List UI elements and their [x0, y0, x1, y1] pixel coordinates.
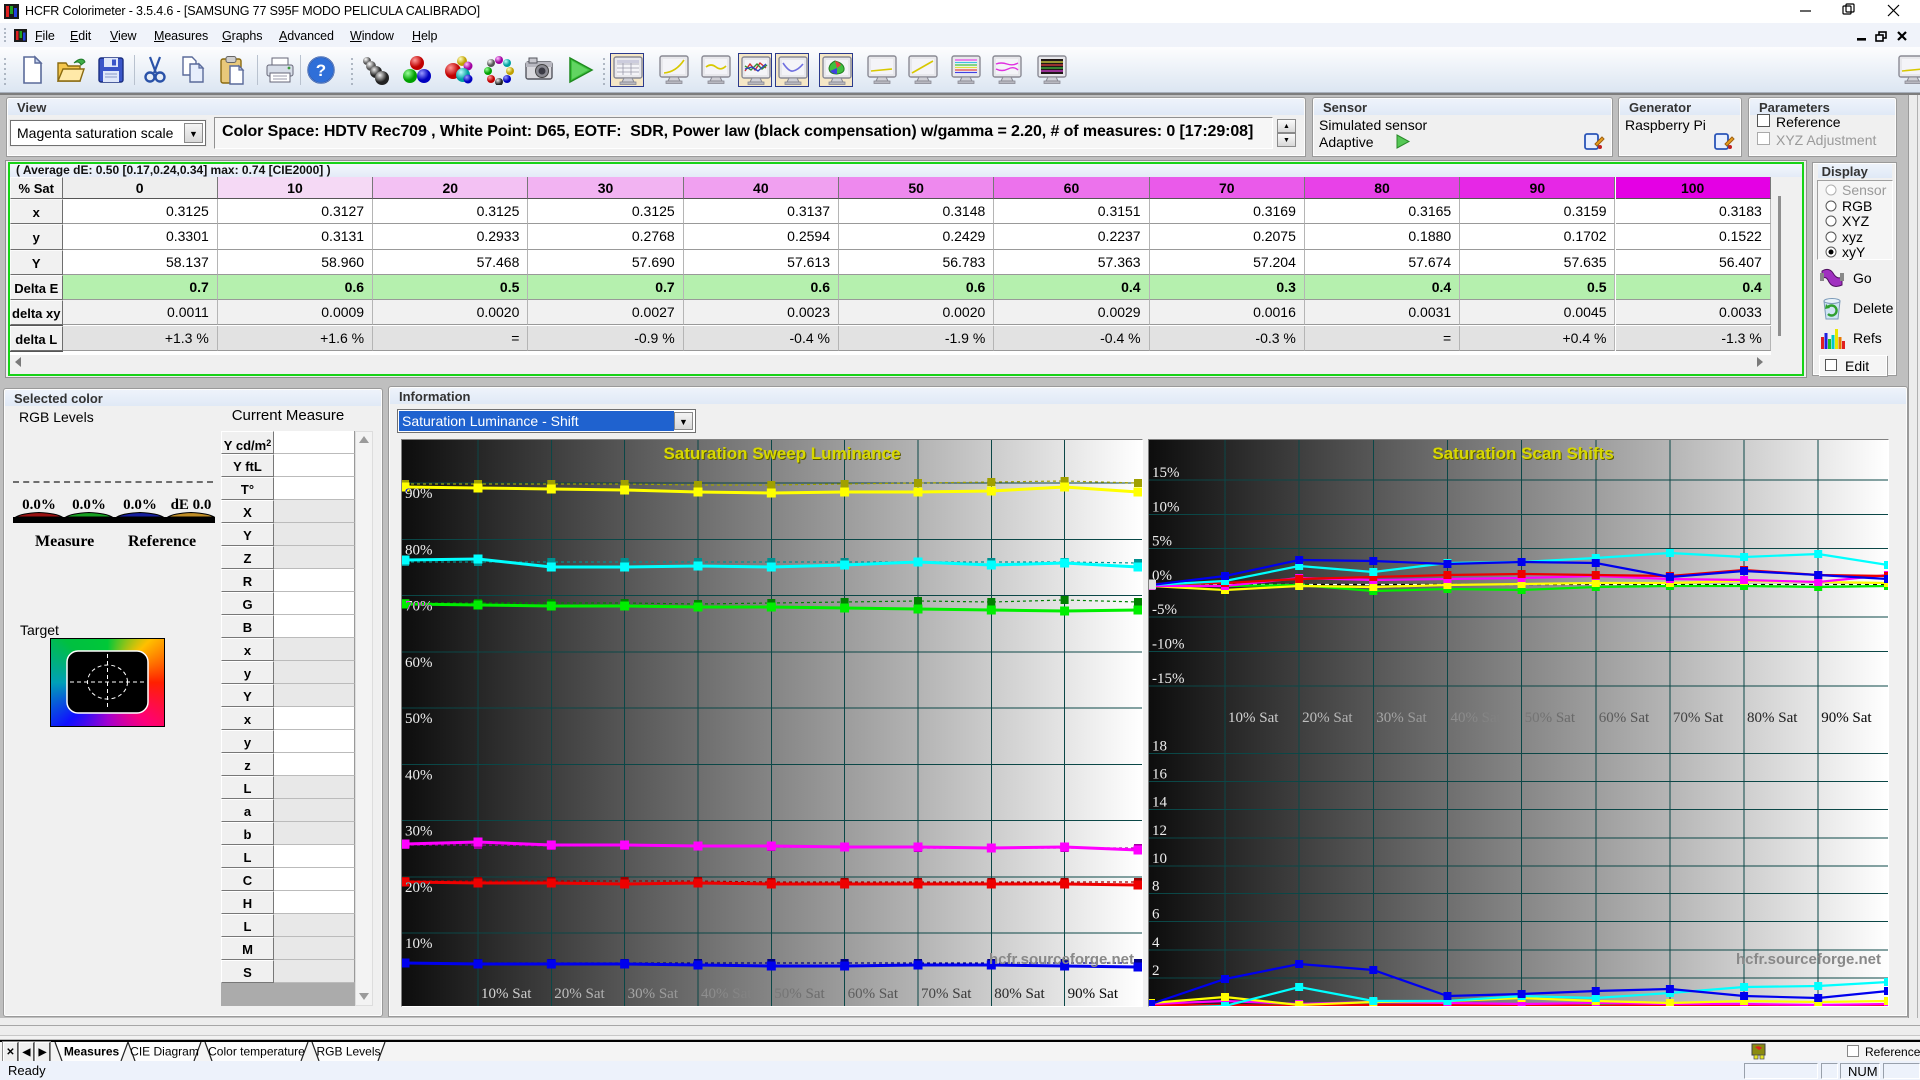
svg-text:-15%: -15%	[1152, 671, 1185, 687]
svg-text:0%: 0%	[1152, 568, 1172, 584]
svg-text:18: 18	[1152, 738, 1167, 754]
svg-text:30% Sat: 30% Sat	[628, 986, 679, 1002]
svg-text:70%: 70%	[405, 599, 433, 615]
svg-text:50% Sat: 50% Sat	[1525, 710, 1576, 726]
svg-text:40% Sat: 40% Sat	[1450, 710, 1501, 726]
svg-text:20% Sat: 20% Sat	[1302, 710, 1353, 726]
svg-text:14: 14	[1152, 795, 1168, 811]
svg-text:10% Sat: 10% Sat	[481, 986, 532, 1002]
svg-text:20% Sat: 20% Sat	[554, 986, 605, 1002]
svg-text:70% Sat: 70% Sat	[921, 986, 972, 1002]
svg-text:50%: 50%	[405, 711, 433, 727]
svg-text:30%: 30%	[405, 824, 433, 840]
svg-text:Color temperature: Color temperature	[208, 1045, 305, 1059]
svg-text:40% Sat: 40% Sat	[701, 986, 752, 1002]
svg-text:-5%: -5%	[1152, 602, 1177, 618]
svg-text:Measures: Measures	[64, 1045, 120, 1059]
svg-text:60% Sat: 60% Sat	[848, 986, 899, 1002]
svg-text:8: 8	[1152, 879, 1160, 895]
svg-text:4: 4	[1152, 935, 1160, 951]
svg-text:70% Sat: 70% Sat	[1673, 710, 1724, 726]
svg-text:60%: 60%	[405, 655, 433, 671]
svg-text:15%: 15%	[1152, 465, 1180, 481]
svg-text:0.0%: 0.0%	[22, 497, 56, 513]
svg-text:12: 12	[1152, 823, 1167, 839]
svg-text:RGB Levels: RGB Levels	[316, 1045, 380, 1059]
svg-text:16: 16	[1152, 767, 1168, 783]
svg-text:30% Sat: 30% Sat	[1376, 710, 1427, 726]
svg-text:0.0%: 0.0%	[72, 497, 106, 513]
svg-text:hcfr.sourceforge.net: hcfr.sourceforge.net	[989, 951, 1134, 968]
svg-text:?: ?	[316, 61, 326, 80]
svg-text:40%: 40%	[405, 767, 433, 783]
svg-text:90%: 90%	[405, 486, 433, 502]
svg-text:-10%: -10%	[1152, 637, 1185, 653]
svg-text:90% Sat: 90% Sat	[1068, 986, 1119, 1002]
svg-text:2: 2	[1152, 963, 1160, 979]
svg-text:CIE Diagram: CIE Diagram	[130, 1045, 199, 1059]
svg-text:10% Sat: 10% Sat	[1228, 710, 1279, 726]
svg-text:80% Sat: 80% Sat	[1747, 710, 1798, 726]
svg-text:90% Sat: 90% Sat	[1821, 710, 1872, 726]
svg-text:80% Sat: 80% Sat	[994, 986, 1045, 1002]
svg-text:5%: 5%	[1152, 534, 1172, 550]
svg-text:10: 10	[1152, 851, 1167, 867]
svg-text:dE 0.0: dE 0.0	[171, 497, 212, 513]
svg-text:20%: 20%	[405, 880, 433, 896]
svg-text:80%: 80%	[405, 542, 433, 558]
svg-text:50% Sat: 50% Sat	[774, 986, 825, 1002]
svg-text:Saturation Scan Shifts: Saturation Scan Shifts	[1432, 444, 1613, 463]
svg-text:Saturation Sweep Luminance: Saturation Sweep Luminance	[663, 444, 900, 463]
svg-text:10%: 10%	[405, 936, 433, 952]
svg-text:hcfr.sourceforge.net: hcfr.sourceforge.net	[1736, 951, 1881, 968]
svg-text:10%: 10%	[1152, 499, 1180, 515]
svg-text:0.0%: 0.0%	[123, 497, 157, 513]
svg-text:60% Sat: 60% Sat	[1599, 710, 1650, 726]
svg-text:6: 6	[1152, 907, 1160, 923]
